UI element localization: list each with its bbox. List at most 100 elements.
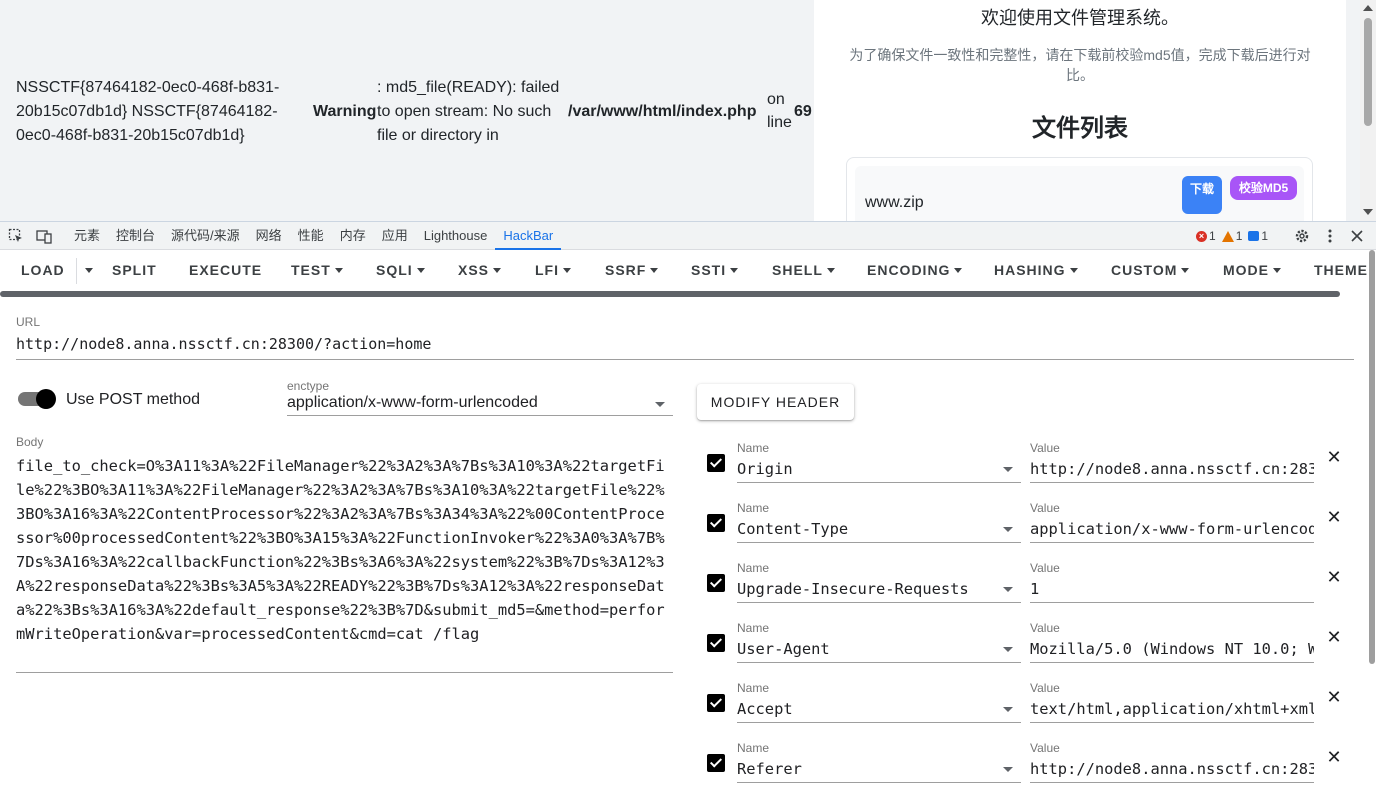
remove-header-icon[interactable]: ✕ bbox=[1326, 568, 1342, 586]
header-name-label: Name bbox=[737, 741, 770, 755]
chevron-down-icon bbox=[1069, 267, 1078, 273]
hackbar-scroll-thumb[interactable] bbox=[1369, 250, 1375, 664]
chevron-down-icon bbox=[1003, 467, 1013, 472]
tab-sources[interactable]: 源代码/来源 bbox=[163, 222, 248, 250]
lfi-menu[interactable]: LFI bbox=[535, 250, 571, 290]
url-input[interactable]: http://node8.anna.nssctf.cn:28300/?actio… bbox=[16, 335, 1354, 360]
chevron-down-icon bbox=[416, 267, 425, 273]
tab-hackbar[interactable]: HackBar bbox=[495, 222, 562, 250]
devtools-issue-counters[interactable]: × 1 1 1 bbox=[1196, 228, 1268, 244]
verify-md5-button[interactable]: 校验MD5 bbox=[1230, 176, 1297, 200]
custom-menu-label: CUSTOM bbox=[1111, 262, 1178, 278]
encoding-menu[interactable]: ENCODING bbox=[867, 250, 963, 290]
header-enabled-checkbox[interactable] bbox=[707, 634, 725, 652]
header-enabled-checkbox[interactable] bbox=[707, 454, 725, 472]
load-button[interactable]: LOAD bbox=[21, 250, 65, 290]
sqli-menu[interactable]: SQLI bbox=[376, 250, 425, 290]
header-value-input[interactable]: Mozilla/5.0 (Windows NT 10.0; Win64; x64… bbox=[1030, 637, 1314, 663]
hashing-menu[interactable]: HASHING bbox=[994, 250, 1078, 290]
tab-memory[interactable]: 内存 bbox=[332, 222, 374, 250]
file-name: www.zip bbox=[865, 194, 924, 211]
scroll-up-arrow-icon[interactable] bbox=[1363, 5, 1373, 11]
header-enabled-checkbox[interactable] bbox=[707, 574, 725, 592]
chevron-down-icon bbox=[954, 267, 963, 273]
tab-lighthouse[interactable]: Lighthouse bbox=[416, 222, 496, 250]
file-item: www.zip 下载 校验MD5 bbox=[855, 166, 1304, 221]
download-button[interactable]: 下载 bbox=[1182, 176, 1222, 214]
file-list-card: www.zip 下载 校验MD5 bbox=[846, 157, 1313, 221]
post-method-toggle[interactable] bbox=[18, 389, 56, 409]
header-enabled-checkbox[interactable] bbox=[707, 754, 725, 772]
header-value-input[interactable]: http://node8.anna.nssctf.cn:28300/ bbox=[1030, 757, 1314, 783]
inspect-element-icon[interactable] bbox=[8, 228, 24, 244]
enctype-select[interactable]: application/x-www-form-urlencoded bbox=[287, 394, 673, 416]
ssrf-menu[interactable]: SSRF bbox=[605, 250, 659, 290]
header-row-upgrade-insecure-requests: Name Upgrade-Insecure-Requests Value 1 ✕ bbox=[697, 555, 1357, 615]
device-toolbar-icon[interactable] bbox=[36, 228, 52, 244]
tab-network[interactable]: 网络 bbox=[248, 222, 290, 250]
scroll-down-arrow-icon[interactable] bbox=[1363, 209, 1373, 215]
close-devtools-icon[interactable] bbox=[1349, 228, 1365, 244]
header-name-select[interactable]: Referer bbox=[737, 757, 1021, 783]
xss-menu[interactable]: XSS bbox=[458, 250, 502, 290]
custom-menu[interactable]: CUSTOM bbox=[1111, 250, 1190, 290]
encoding-menu-label: ENCODING bbox=[867, 262, 951, 278]
tab-application[interactable]: 应用 bbox=[374, 222, 416, 250]
warning-message: : md5_file(READY): failed to open stream… bbox=[377, 79, 560, 144]
hackbar-vertical-scrollbar[interactable] bbox=[1368, 250, 1376, 778]
page-scroll-thumb[interactable] bbox=[1364, 18, 1372, 126]
chevron-down-icon bbox=[1181, 267, 1190, 273]
header-name-select[interactable]: Accept bbox=[737, 697, 1021, 723]
split-button[interactable]: SPLIT bbox=[112, 250, 157, 290]
chevron-down-icon bbox=[1003, 767, 1013, 772]
ssti-menu[interactable]: SSTI bbox=[691, 250, 739, 290]
header-enabled-checkbox[interactable] bbox=[707, 694, 725, 712]
theme-menu[interactable]: THEME bbox=[1314, 250, 1368, 290]
more-options-icon[interactable] bbox=[1322, 228, 1338, 244]
execute-button[interactable]: EXECUTE bbox=[189, 250, 262, 290]
mode-menu[interactable]: MODE bbox=[1223, 250, 1281, 290]
ssrf-menu-label: SSRF bbox=[605, 262, 647, 278]
file-manager-panel: 欢迎使用文件管理系统。 为了确保文件一致性和完整性，请在下载前校验md5值，完成… bbox=[814, 0, 1346, 221]
shell-menu-label: SHELL bbox=[772, 262, 823, 278]
header-value-input[interactable]: text/html,application/xhtml+xml bbox=[1030, 697, 1314, 723]
header-name-value: Content-Type bbox=[737, 520, 849, 538]
hackbar-toolbar: LOAD SPLIT EXECUTE TEST SQLI XSS LFI SSR… bbox=[0, 250, 1376, 292]
header-name-select[interactable]: Origin bbox=[737, 457, 1021, 483]
remove-header-icon[interactable]: ✕ bbox=[1326, 508, 1342, 526]
header-row-origin: Name Origin Value http://node8.anna.nssc… bbox=[697, 435, 1357, 495]
remove-header-icon[interactable]: ✕ bbox=[1326, 448, 1342, 466]
web-page: NSSCTF{87464182-0ec0-468f-b831-20b15c07d… bbox=[0, 0, 1376, 221]
shell-menu[interactable]: SHELL bbox=[772, 250, 835, 290]
header-value-input[interactable]: 1 bbox=[1030, 577, 1314, 603]
file-list-title: 文件列表 bbox=[1032, 115, 1128, 142]
tab-performance[interactable]: 性能 bbox=[290, 222, 332, 250]
body-textarea[interactable]: file_to_check=O%3A11%3A%22FileManager%22… bbox=[16, 454, 673, 673]
remove-header-icon[interactable]: ✕ bbox=[1326, 688, 1342, 706]
remove-header-icon[interactable]: ✕ bbox=[1326, 748, 1342, 766]
error-count: 1 bbox=[1209, 229, 1216, 243]
settings-gear-icon[interactable] bbox=[1294, 228, 1310, 244]
load-options-dropdown[interactable] bbox=[81, 250, 93, 290]
header-enabled-checkbox[interactable] bbox=[707, 514, 725, 532]
chevron-down-icon bbox=[730, 267, 739, 273]
modify-header-button[interactable]: MODIFY HEADER bbox=[697, 384, 854, 420]
header-value-input[interactable]: application/x-www-form-urlencoded bbox=[1030, 517, 1314, 543]
remove-header-icon[interactable]: ✕ bbox=[1326, 628, 1342, 646]
header-value-input[interactable]: http://node8.anna.nssctf.cn:28300 bbox=[1030, 457, 1314, 483]
header-name-select[interactable]: Content-Type bbox=[737, 517, 1021, 543]
page-scrollbar[interactable] bbox=[1360, 0, 1376, 221]
header-value-label: Value bbox=[1030, 741, 1060, 755]
post-method-label: Use POST method bbox=[66, 391, 200, 408]
header-name-select[interactable]: User-Agent bbox=[737, 637, 1021, 663]
tab-elements[interactable]: 元素 bbox=[66, 222, 108, 250]
warning-label: Warning bbox=[313, 103, 377, 120]
warning-count: 1 bbox=[1235, 229, 1243, 243]
header-name-value: Accept bbox=[737, 700, 793, 718]
tab-console[interactable]: 控制台 bbox=[108, 222, 163, 250]
header-name-select[interactable]: Upgrade-Insecure-Requests bbox=[737, 577, 1021, 603]
header-value-label: Value bbox=[1030, 621, 1060, 635]
test-menu[interactable]: TEST bbox=[291, 250, 343, 290]
devtools-tabs: 元素 控制台 源代码/来源 网络 性能 内存 应用 Lighthouse Hac… bbox=[66, 222, 562, 250]
chevron-down-icon bbox=[334, 267, 343, 273]
